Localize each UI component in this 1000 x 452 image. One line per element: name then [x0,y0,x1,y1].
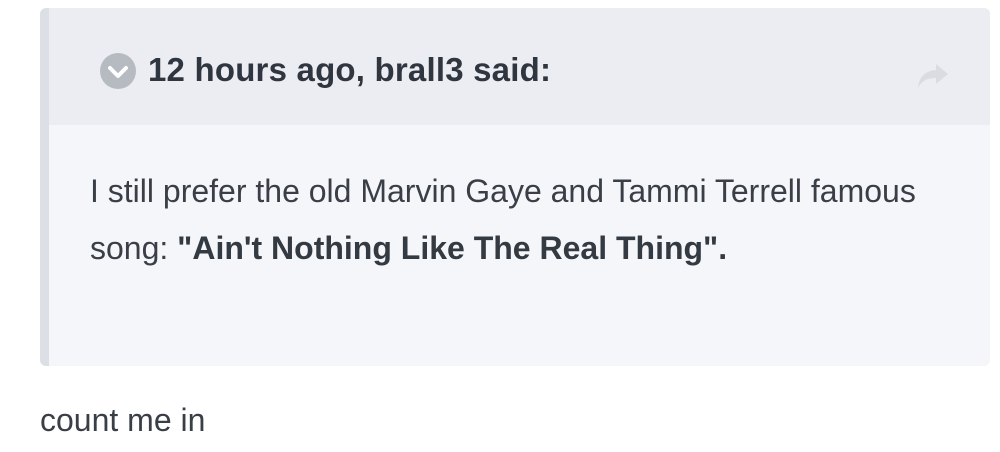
song-title: "Ain't Nothing Like The Real Thing". [177,230,728,266]
blockquote: 12 hours ago, brall3 said: I still prefe… [40,8,990,366]
chevron-down-circle-icon[interactable] [99,52,137,90]
reply-text: count me in [40,402,206,438]
quote-header: 12 hours ago, brall3 said: [49,8,990,125]
share-arrow-icon[interactable] [916,58,950,92]
quote-citation[interactable]: 12 hours ago, brall3 said: [148,51,551,89]
quote-body: I still prefer the old Marvin Gaye and T… [90,163,970,277]
